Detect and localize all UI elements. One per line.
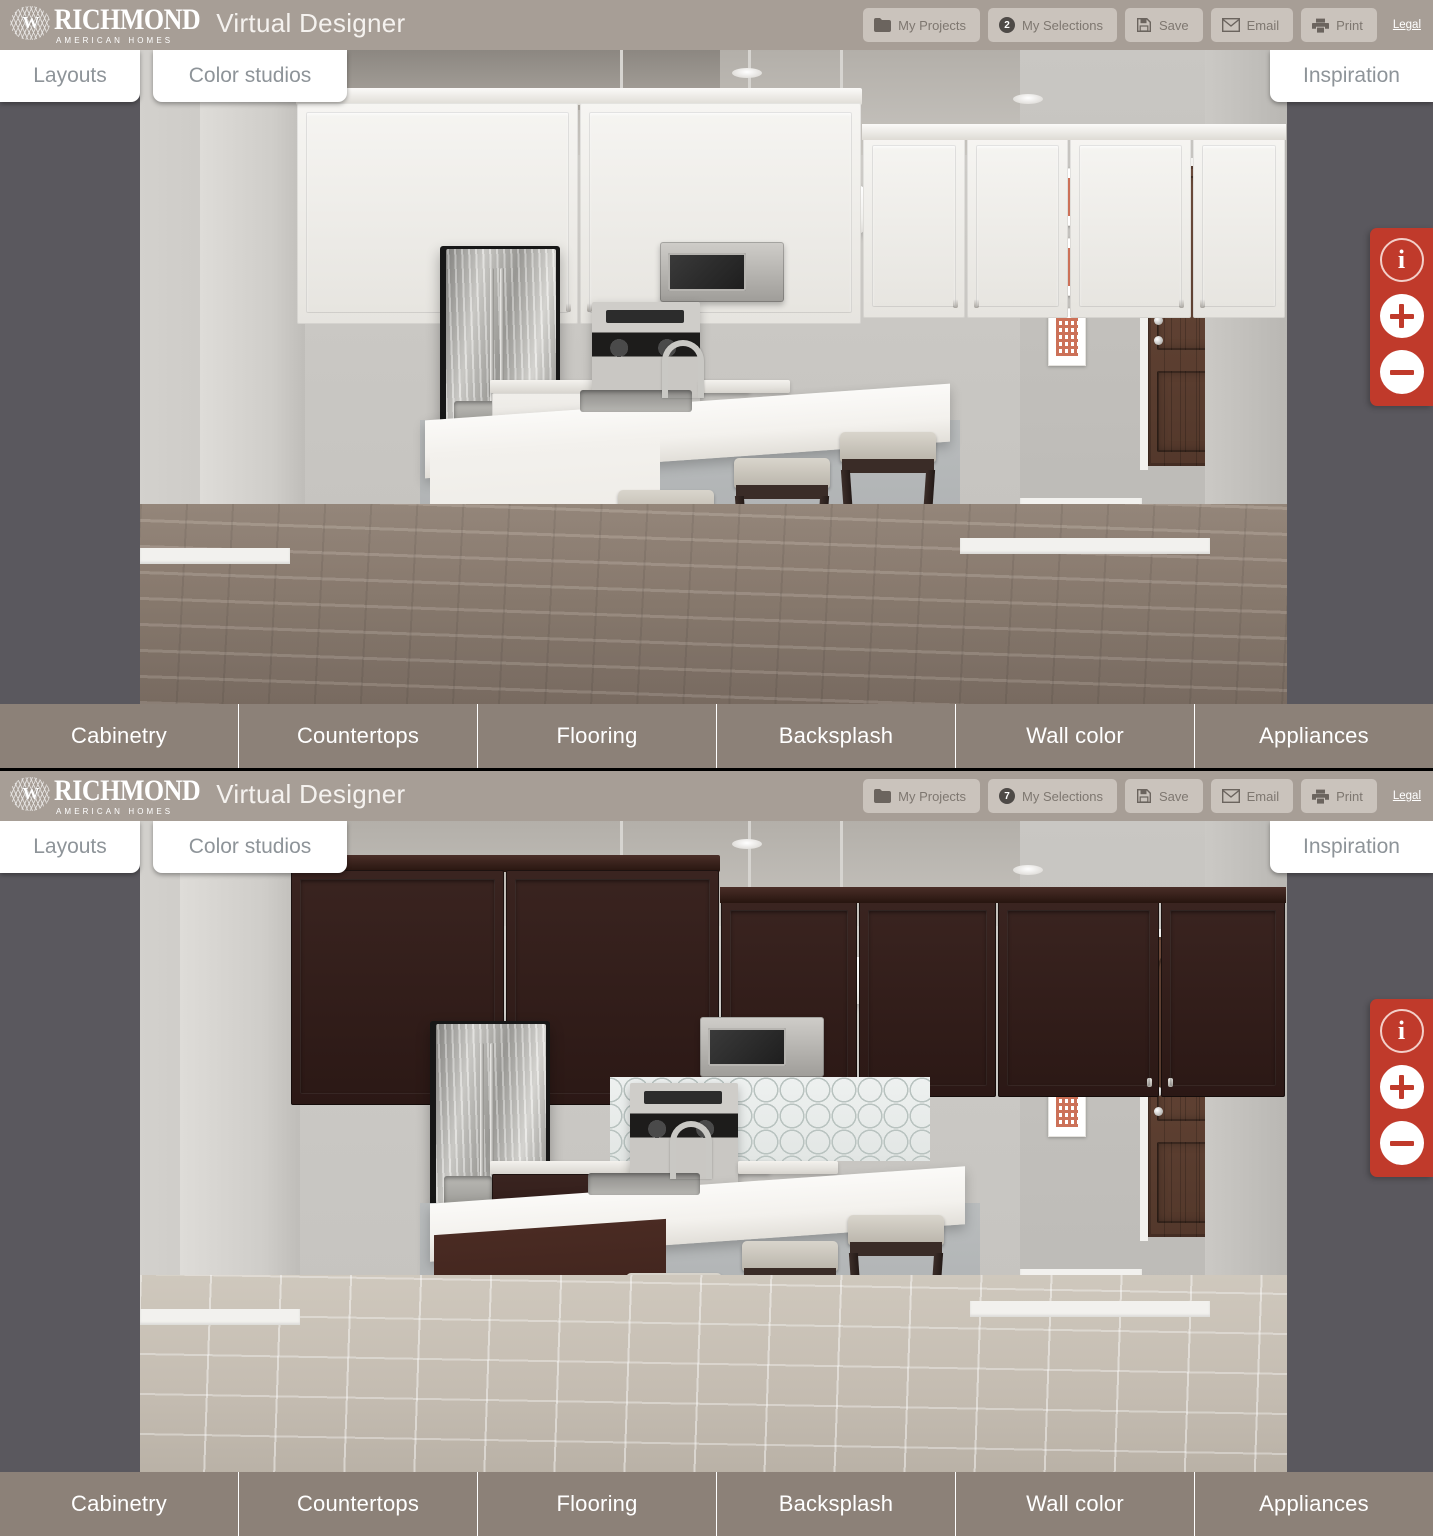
print-label: Print bbox=[1336, 788, 1363, 804]
save-button[interactable]: Save bbox=[1124, 779, 1203, 813]
tab-inspiration[interactable]: Inspiration bbox=[1270, 821, 1433, 873]
nav-backsplash[interactable]: Backsplash bbox=[717, 704, 956, 768]
nav-cabinetry[interactable]: Cabinetry bbox=[0, 704, 239, 768]
app-title: Virtual Designer bbox=[216, 778, 406, 809]
save-button[interactable]: Save bbox=[1124, 8, 1203, 42]
envelope-icon bbox=[1221, 789, 1240, 803]
printer-icon bbox=[1312, 789, 1330, 804]
zoom-in-button[interactable] bbox=[1379, 294, 1424, 338]
floppy-disk-icon bbox=[1136, 17, 1152, 33]
floppy-disk-icon bbox=[1136, 788, 1152, 804]
category-nav-top: Cabinetry Countertops Flooring Backsplas… bbox=[0, 704, 1433, 768]
nav-countertops[interactable]: Countertops bbox=[239, 704, 478, 768]
folder-icon bbox=[874, 789, 892, 803]
nav-wall-color[interactable]: Wall color bbox=[956, 1472, 1195, 1536]
recessed-light bbox=[732, 839, 762, 849]
brand-name: RICHMOND bbox=[54, 773, 201, 807]
render-stage-bottom: i bbox=[0, 821, 1433, 1475]
brand-tagline: AMERICAN HOMES bbox=[56, 35, 174, 45]
email-button[interactable]: Email bbox=[1210, 8, 1294, 42]
category-nav-bottom: Cabinetry Countertops Flooring Backsplas… bbox=[0, 1472, 1433, 1536]
email-label: Email bbox=[1246, 17, 1280, 33]
my-projects-label: My Projects bbox=[898, 788, 967, 804]
info-icon[interactable]: i bbox=[1379, 238, 1424, 282]
render-stage-top: i bbox=[0, 50, 1433, 704]
save-label: Save bbox=[1158, 788, 1189, 804]
my-selections-label: My Selections bbox=[1022, 17, 1103, 33]
selection-count-badge: 2 bbox=[999, 17, 1016, 33]
nav-backsplash[interactable]: Backsplash bbox=[717, 1472, 956, 1536]
tab-color-studios[interactable]: Color studios bbox=[153, 50, 347, 102]
faucet bbox=[670, 1121, 712, 1179]
tab-color-studios[interactable]: Color studios bbox=[153, 821, 347, 873]
zoom-out-button[interactable] bbox=[1379, 1121, 1424, 1165]
designer-panel-top: W RICHMOND AMERICAN HOMES Virtual Design… bbox=[0, 0, 1433, 768]
app-title: Virtual Designer bbox=[216, 7, 406, 38]
lion-crest-icon: W bbox=[10, 5, 50, 40]
viewer-controls-top: i bbox=[1370, 228, 1433, 406]
print-button[interactable]: Print bbox=[1301, 8, 1377, 42]
app-header: W RICHMOND AMERICAN HOMES Virtual Design… bbox=[0, 0, 1433, 50]
legal-link[interactable]: Legal bbox=[1393, 19, 1421, 31]
lion-crest-icon: W bbox=[10, 776, 50, 811]
my-selections-label: My Selections bbox=[1022, 788, 1103, 804]
nav-countertops[interactable]: Countertops bbox=[239, 1472, 478, 1536]
folder-icon bbox=[874, 18, 892, 32]
my-projects-button[interactable]: My Projects bbox=[863, 779, 981, 813]
nav-cabinetry[interactable]: Cabinetry bbox=[0, 1472, 239, 1536]
selection-count-badge: 7 bbox=[999, 788, 1016, 804]
print-button[interactable]: Print bbox=[1301, 779, 1377, 813]
microwave[interactable] bbox=[700, 1017, 824, 1077]
my-selections-button[interactable]: 7 My Selections bbox=[988, 779, 1117, 813]
microwave[interactable] bbox=[660, 242, 784, 302]
info-icon[interactable]: i bbox=[1379, 1009, 1424, 1053]
brand-logo[interactable]: W RICHMOND AMERICAN HOMES bbox=[0, 773, 201, 816]
kitchen-render-white-cabinets[interactable] bbox=[140, 50, 1287, 704]
nav-appliances[interactable]: Appliances bbox=[1195, 704, 1433, 768]
nav-flooring[interactable]: Flooring bbox=[478, 1472, 717, 1536]
email-label: Email bbox=[1246, 788, 1280, 804]
zoom-out-button[interactable] bbox=[1379, 350, 1424, 394]
tab-layouts[interactable]: Layouts bbox=[0, 50, 140, 102]
floor-wood[interactable] bbox=[140, 504, 1287, 704]
recessed-light bbox=[732, 68, 762, 78]
nav-wall-color[interactable]: Wall color bbox=[956, 704, 1195, 768]
virtual-designer-app: W RICHMOND AMERICAN HOMES Virtual Design… bbox=[0, 0, 1433, 1536]
upper-cabinets-right[interactable] bbox=[862, 136, 1286, 318]
my-selections-button[interactable]: 2 My Selections bbox=[988, 8, 1117, 42]
print-label: Print bbox=[1336, 17, 1363, 33]
printer-icon bbox=[1312, 18, 1330, 33]
my-projects-label: My Projects bbox=[898, 17, 967, 33]
header-toolbar: My Projects 2 My Selections Save Email P… bbox=[863, 8, 1433, 42]
brand-logo[interactable]: W RICHMOND AMERICAN HOMES bbox=[0, 2, 201, 45]
viewer-controls-bottom: i bbox=[1370, 999, 1433, 1177]
email-button[interactable]: Email bbox=[1210, 779, 1294, 813]
recessed-light bbox=[1013, 94, 1043, 104]
recessed-light bbox=[1013, 865, 1043, 875]
nav-appliances[interactable]: Appliances bbox=[1195, 1472, 1433, 1536]
faucet bbox=[662, 340, 704, 398]
header-toolbar: My Projects 7 My Selections Save Email P… bbox=[863, 779, 1433, 813]
envelope-icon bbox=[1221, 18, 1240, 32]
nav-flooring[interactable]: Flooring bbox=[478, 704, 717, 768]
legal-link[interactable]: Legal bbox=[1393, 790, 1421, 802]
save-label: Save bbox=[1158, 17, 1189, 33]
tab-layouts[interactable]: Layouts bbox=[0, 821, 140, 873]
brand-tagline: AMERICAN HOMES bbox=[56, 806, 174, 816]
brand-name: RICHMOND bbox=[54, 2, 201, 36]
tab-inspiration[interactable]: Inspiration bbox=[1270, 50, 1433, 102]
my-projects-button[interactable]: My Projects bbox=[863, 8, 981, 42]
app-header: W RICHMOND AMERICAN HOMES Virtual Design… bbox=[0, 771, 1433, 821]
zoom-in-button[interactable] bbox=[1379, 1065, 1424, 1109]
kitchen-render-espresso-cabinets[interactable] bbox=[140, 821, 1287, 1475]
designer-panel-bottom: W RICHMOND AMERICAN HOMES Virtual Design… bbox=[0, 768, 1433, 1536]
